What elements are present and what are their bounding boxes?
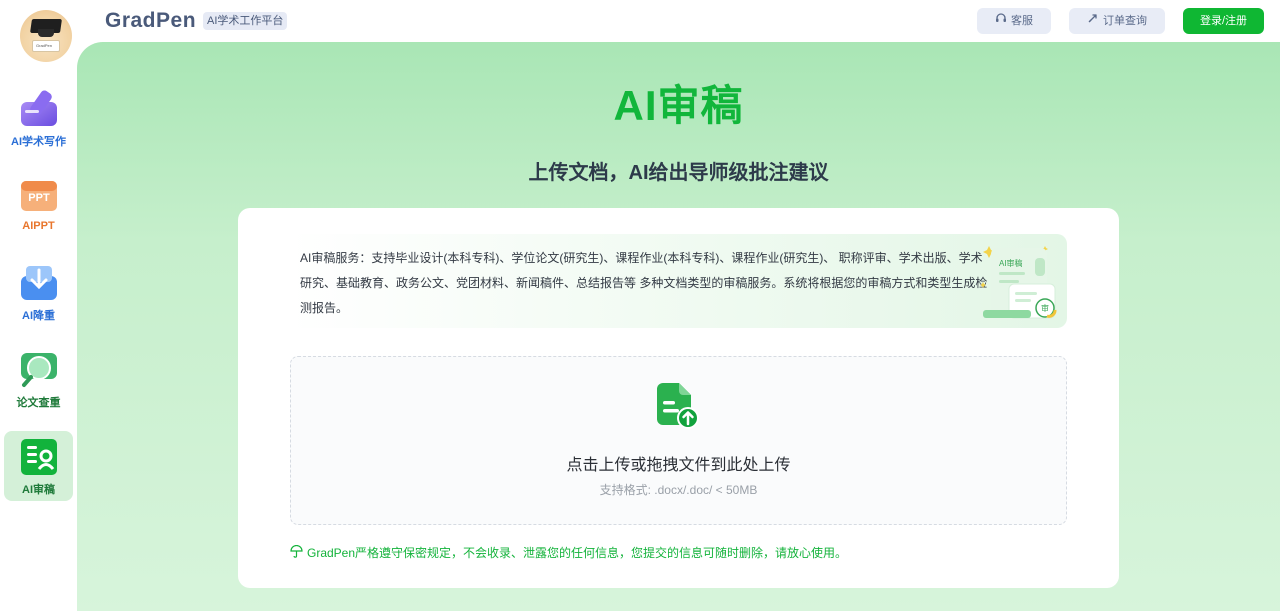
umbrella-icon (290, 544, 303, 561)
service-button[interactable]: 客服 (977, 8, 1051, 34)
svg-text:审: 审 (1041, 303, 1049, 313)
sidebar-item-label: AI审稿 (22, 484, 55, 496)
rocket-icon (1087, 8, 1099, 34)
sidebar-item-ai-review[interactable]: AI审稿 (4, 431, 73, 501)
file-upload-icon (655, 383, 701, 431)
page-title: AI审稿 (613, 82, 744, 129)
magnifier-icon (19, 349, 59, 389)
sidebar-item-label: AIPPT (22, 220, 55, 232)
sidebar-item-label: AI降重 (22, 310, 55, 322)
download-icon (19, 262, 59, 302)
page-subtitle: 上传文档，AI给出导师级批注建议 (528, 162, 829, 184)
sidebar-item-ai-writing[interactable]: AI学术写作 (4, 83, 73, 153)
sidebar-item-label: AI学术写作 (11, 136, 66, 148)
service-label: 客服 (1011, 15, 1033, 27)
avatar[interactable]: GradPen (20, 10, 72, 62)
avatar-text: GradPen (36, 43, 53, 48)
ppt-icon: PPT (19, 175, 59, 215)
headset-icon (995, 8, 1007, 34)
main-panel: AI审稿 上传文档，AI给出导师级批注建议 AI审稿服务：支持毕业设计(本科专科… (77, 42, 1280, 611)
sidebar-item-label: 论文查重 (16, 397, 61, 409)
app-root: GradPen AI学术写作 PPT AIPPT AI降重 论文查重 AI审稿 … (0, 0, 1280, 611)
upload-title: 点击上传或拖拽文件到此处上传 (566, 457, 791, 474)
svg-text:PPT: PPT (28, 192, 50, 204)
review-card: AI审稿服务：支持毕业设计(本科专科)、学位论文(研究生)、课程作业(本科专科)… (238, 208, 1119, 588)
sidebar-item-ai-rewrite[interactable]: AI降重 (4, 257, 73, 327)
sidebar-item-aippt[interactable]: PPT AIPPT (4, 170, 73, 240)
brand-name[interactable]: GradPen (105, 9, 196, 33)
pen-icon (19, 88, 59, 128)
sidebar-item-plagiarism-check[interactable]: 论文查重 (4, 344, 73, 414)
svg-text:AI审稿: AI审稿 (999, 258, 1023, 268)
brand-tag: AI学术工作平台 (203, 12, 288, 30)
service-info-box: AI审稿服务：支持毕业设计(本科专科)、学位论文(研究生)、课程作业(本科专科)… (290, 234, 1067, 328)
login-register-button[interactable]: 登录/注册 (1183, 8, 1264, 34)
review-illustration-icon: AI审稿 审 (980, 238, 1063, 324)
order-query-label: 订单查询 (1103, 15, 1147, 27)
upload-format-hint: 支持格式: .docx/.doc/ < 50MB (599, 483, 758, 497)
privacy-notice: GradPen严格遵守保密规定，不会收录、泄露您的任何信息，您提交的信息可随时删… (290, 544, 847, 561)
upload-dropzone[interactable]: 点击上传或拖拽文件到此处上传 支持格式: .docx/.doc/ < 50MB (290, 356, 1067, 525)
order-query-button[interactable]: 订单查询 (1069, 8, 1165, 34)
review-icon (19, 436, 59, 476)
sidebar: GradPen AI学术写作 PPT AIPPT AI降重 论文查重 AI审稿 (0, 0, 77, 611)
service-description: AI审稿服务：支持毕业设计(本科专科)、学位论文(研究生)、课程作业(本科专科)… (300, 251, 988, 315)
privacy-notice-text: GradPen严格遵守保密规定，不会收录、泄露您的任何信息，您提交的信息可随时删… (307, 546, 848, 560)
